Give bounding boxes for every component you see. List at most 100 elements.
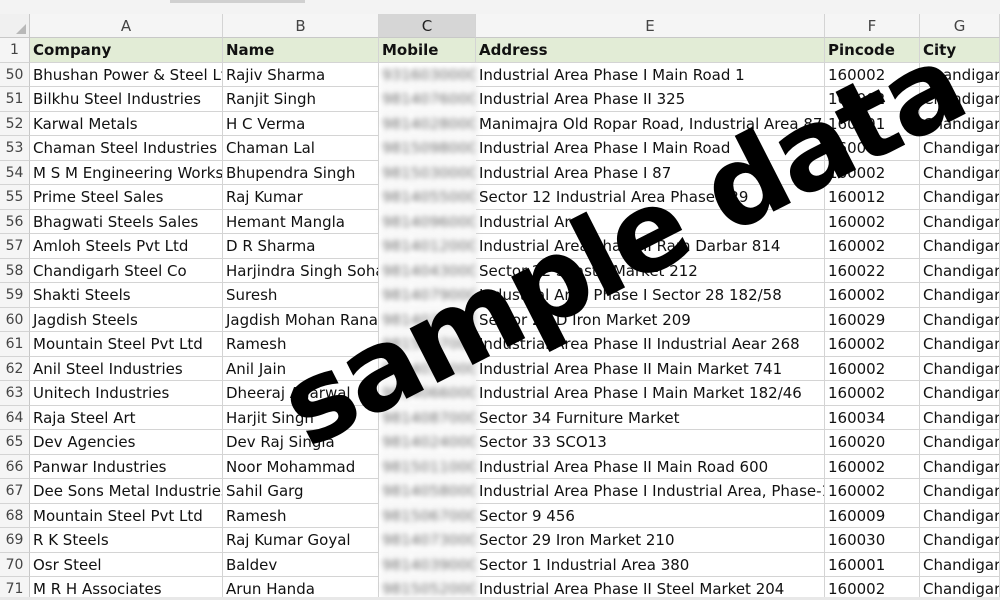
cell-company[interactable]: Dee Sons Metal Industries xyxy=(30,479,223,504)
cell-mobile[interactable]: 9814024000 xyxy=(379,430,476,455)
header-city[interactable]: City xyxy=(920,38,1000,63)
cell-address[interactable]: Industrial Area Phase I Main Road 1 xyxy=(476,62,825,87)
cell-mobile[interactable]: 9814076000 xyxy=(379,87,476,112)
cell-company[interactable]: Osr Steel xyxy=(30,552,223,577)
cell-mobile[interactable]: 9815067000 xyxy=(379,332,476,357)
row-number[interactable]: 69 xyxy=(0,528,30,553)
cell-address[interactable]: Sector 1 Industrial Area 380 xyxy=(476,552,825,577)
cell-mobile[interactable]: 9815011000 xyxy=(379,454,476,479)
cell-city[interactable]: Chandigarh xyxy=(920,307,1000,332)
row-number[interactable]: 68 xyxy=(0,503,30,528)
cell-address[interactable]: Sector 29 Iron Market 210 xyxy=(476,528,825,553)
column-header-g[interactable]: G xyxy=(920,14,1000,38)
cell-pincode[interactable]: 160012 xyxy=(825,185,920,210)
row-number[interactable]: 50 xyxy=(0,62,30,87)
cell-address[interactable]: Sector 22 Shastri Market 212 xyxy=(476,258,825,283)
cell-pincode[interactable]: 160020 xyxy=(825,430,920,455)
cell-address[interactable]: Industrial Area Phase I Main Market 182/… xyxy=(476,381,825,406)
cell-pincode[interactable]: 160002 xyxy=(825,356,920,381)
cell-company[interactable]: M S M Engineering Works xyxy=(30,160,223,185)
cell-name[interactable]: Dheeraj Agarwal xyxy=(223,381,379,406)
cell-city[interactable]: Chandigarh xyxy=(920,332,1000,357)
cell-company[interactable]: Bhagwati Steels Sales xyxy=(30,209,223,234)
cell-mobile[interactable]: 9814073000 xyxy=(379,528,476,553)
row-number[interactable]: 67 xyxy=(0,479,30,504)
header-name[interactable]: Name xyxy=(223,38,379,63)
cell-name[interactable]: Bhupendra Singh xyxy=(223,160,379,185)
cell-company[interactable]: Jagdish Steels xyxy=(30,307,223,332)
cell-pincode[interactable]: 160002 xyxy=(825,136,920,161)
cell-city[interactable]: Chandigarh xyxy=(920,160,1000,185)
spreadsheet[interactable]: A B C E F G 1 Company Name Mobile Addres… xyxy=(0,0,1000,600)
row-number[interactable]: 66 xyxy=(0,454,30,479)
cell-city[interactable]: Chandigarh xyxy=(920,479,1000,504)
cell-city[interactable]: Chandigarh xyxy=(920,234,1000,259)
cell-address[interactable]: Industrial Area Phase I Industrial Area,… xyxy=(476,479,825,504)
row-number[interactable]: 55 xyxy=(0,185,30,210)
cell-name[interactable]: Sahil Garg xyxy=(223,479,379,504)
cell-city[interactable]: Chandigarh xyxy=(920,283,1000,308)
cell-mobile[interactable]: 9814096000 xyxy=(379,209,476,234)
cell-company[interactable]: Shakti Steels xyxy=(30,283,223,308)
cell-mobile[interactable]: 9814055000 xyxy=(379,185,476,210)
cell-name[interactable]: Noor Mohammad xyxy=(223,454,379,479)
cell-name[interactable]: Ranjit Singh xyxy=(223,87,379,112)
cell-city[interactable]: Chandigarh xyxy=(920,111,1000,136)
cell-company[interactable]: Anil Steel Industries xyxy=(30,356,223,381)
cell-pincode[interactable]: 160002 xyxy=(825,381,920,406)
cell-address[interactable]: Industrial Area Phase II Ram Darbar 814 xyxy=(476,234,825,259)
row-number[interactable]: 54 xyxy=(0,160,30,185)
cell-name[interactable]: D R Sharma xyxy=(223,234,379,259)
cell-address[interactable]: Industrial Area Phase II Industrial Aear… xyxy=(476,332,825,357)
cell-pincode[interactable]: 160002 xyxy=(825,160,920,185)
row-number[interactable]: 58 xyxy=(0,258,30,283)
cell-name[interactable]: Harjit Singh xyxy=(223,405,379,430)
cell-address[interactable]: Industrial Area Phase I 87 xyxy=(476,160,825,185)
cell-city[interactable]: Chandigarh xyxy=(920,381,1000,406)
row-number[interactable]: 60 xyxy=(0,307,30,332)
cell-company[interactable]: Mountain Steel Pvt Ltd xyxy=(30,503,223,528)
cell-address[interactable]: Manimajra Old Ropar Road, Industrial Are… xyxy=(476,111,825,136)
header-address[interactable]: Address xyxy=(476,38,825,63)
cell-company[interactable]: Bilkhu Steel Industries xyxy=(30,87,223,112)
cell-pincode[interactable]: 160002 xyxy=(825,234,920,259)
cell-pincode[interactable]: 160030 xyxy=(825,528,920,553)
cell-pincode[interactable]: 160002 xyxy=(825,209,920,234)
cell-pincode[interactable]: 160001 xyxy=(825,552,920,577)
cell-pincode[interactable]: 160029 xyxy=(825,307,920,332)
cell-city[interactable]: Chandigarh xyxy=(920,430,1000,455)
cell-company[interactable]: Mountain Steel Pvt Ltd xyxy=(30,332,223,357)
cell-name[interactable]: H C Verma xyxy=(223,111,379,136)
cell-address[interactable]: Industrial Area xyxy=(476,209,825,234)
cell-company[interactable]: Panwar Industries xyxy=(30,454,223,479)
cell-pincode[interactable]: 160002 xyxy=(825,62,920,87)
row-number[interactable]: 56 xyxy=(0,209,30,234)
row-number[interactable]: 51 xyxy=(0,87,30,112)
row-number[interactable]: 59 xyxy=(0,283,30,308)
column-header-b[interactable]: B xyxy=(223,14,379,38)
cell-mobile[interactable]: 9814035000 xyxy=(379,356,476,381)
cell-mobile[interactable]: 9814079000 xyxy=(379,283,476,308)
cell-mobile[interactable]: 9814020000 xyxy=(379,307,476,332)
cell-company[interactable]: Bhushan Power & Steel Ltd xyxy=(30,62,223,87)
cell-city[interactable]: Chandigarh xyxy=(920,503,1000,528)
cell-city[interactable]: Chandigarh xyxy=(920,258,1000,283)
row-number[interactable]: 70 xyxy=(0,552,30,577)
cell-city[interactable]: Chandigarh xyxy=(920,454,1000,479)
cell-name[interactable]: Suresh xyxy=(223,283,379,308)
select-all-button[interactable] xyxy=(0,14,30,38)
cell-address[interactable]: Sector 9 456 xyxy=(476,503,825,528)
cell-pincode[interactable]: 160002 xyxy=(825,87,920,112)
cell-company[interactable]: Prime Steel Sales xyxy=(30,185,223,210)
cell-mobile[interactable]: 9814066000 xyxy=(379,381,476,406)
cell-name[interactable]: Anil Jain xyxy=(223,356,379,381)
cell-city[interactable]: Chandigarh xyxy=(920,87,1000,112)
row-number[interactable]: 52 xyxy=(0,111,30,136)
cell-pincode[interactable]: 160002 xyxy=(825,332,920,357)
header-mobile[interactable]: Mobile xyxy=(379,38,476,63)
cell-address[interactable]: Sector 29 D Iron Market 209 xyxy=(476,307,825,332)
header-company[interactable]: Company xyxy=(30,38,223,63)
row-number[interactable]: 64 xyxy=(0,405,30,430)
cell-address[interactable]: Industrial Area Phase II Main Road 600 xyxy=(476,454,825,479)
cell-address[interactable]: Industrial Area Phase I Sector 28 182/58 xyxy=(476,283,825,308)
